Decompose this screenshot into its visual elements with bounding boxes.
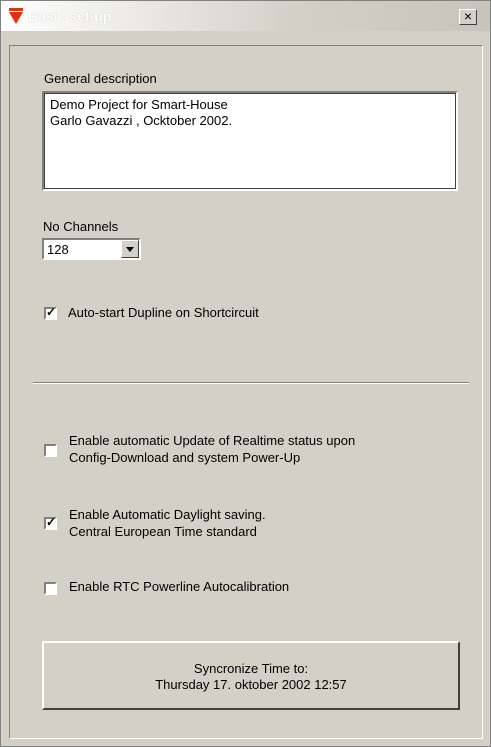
window-title: Basic set-up: [28, 8, 112, 24]
checkmark-icon: ✓: [46, 305, 57, 319]
close-button[interactable]: ×: [459, 9, 477, 25]
no-channels-label: No Channels: [43, 219, 119, 234]
title-bar[interactable]: Basic set-up ×: [1, 1, 490, 31]
rtc-autocalibration-label: Enable RTC Powerline Autocalibration: [69, 579, 290, 594]
autostart-checkbox[interactable]: ✓: [44, 305, 57, 320]
chevron-down-icon: [126, 247, 134, 252]
section-divider: [33, 382, 469, 384]
daylight-saving-checkbox[interactable]: ✓: [44, 515, 57, 530]
realtime-update-checkbox[interactable]: [44, 444, 57, 457]
checkmark-icon: ✓: [46, 515, 57, 529]
general-description-field[interactable]: Demo Project for Smart-House Garlo Gavaz…: [42, 91, 458, 191]
autostart-label: Auto-start Dupline on Shortcircuit: [68, 305, 259, 320]
channels-dropdown-button[interactable]: [121, 240, 139, 258]
sync-button-line1: Syncronize Time to:: [193, 661, 309, 676]
realtime-update-label-line1: Enable automatic Update of Realtime stat…: [69, 433, 356, 448]
realtime-update-label-line2: Config-Download and system Power-Up: [69, 450, 301, 465]
daylight-saving-label-line1: Enable Automatic Daylight saving.: [69, 507, 266, 522]
sync-button-line2: Thursday 17. oktober 2002 12:57: [155, 677, 347, 692]
synchronize-time-button[interactable]: Syncronize Time to: Thursday 17. oktober…: [42, 641, 460, 710]
basic-setup-window: Basic set-up × General description Demo …: [0, 0, 491, 747]
general-description-label: General description: [44, 71, 157, 86]
channels-select[interactable]: 128: [42, 238, 141, 260]
app-icon-bar: [9, 8, 23, 11]
rtc-autocalibration-checkbox[interactable]: [44, 582, 57, 595]
app-icon: [9, 12, 23, 24]
channels-selected-value: 128: [47, 242, 69, 257]
daylight-saving-label-line2: Central European Time standard: [69, 524, 257, 539]
close-icon: ×: [463, 8, 473, 24]
